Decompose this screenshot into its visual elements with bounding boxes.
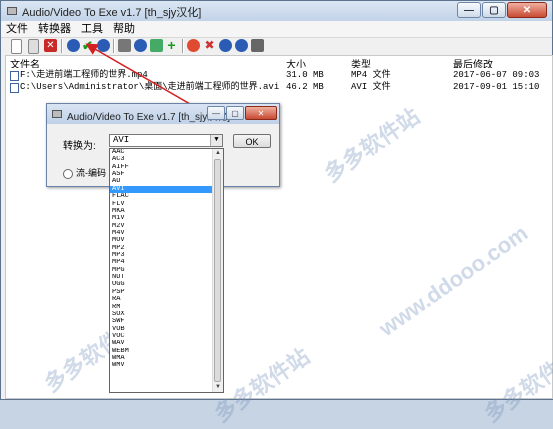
dropdown-option[interactable]: M2V	[110, 223, 214, 230]
radio-label: 流-编码	[76, 168, 106, 178]
dropdown-option[interactable]: M1V	[110, 215, 214, 222]
stream-encode-radio[interactable]: 流-编码	[63, 166, 106, 179]
dropdown-option[interactable]: PSP	[110, 289, 214, 296]
convert-label: 转换为:	[63, 141, 96, 152]
dialog-title: Audio/Video To Exe v1.7 [th_sjy汉化]	[67, 112, 231, 123]
chevron-down-icon[interactable]: ▼	[210, 135, 222, 146]
format-select[interactable]: AVI ▼	[109, 134, 223, 147]
dropdown-option[interactable]: MP3	[110, 252, 214, 259]
dropdown-option[interactable]: AAC	[110, 149, 214, 156]
dropdown-option[interactable]: VOC	[110, 333, 214, 340]
dropdown-option[interactable]: SWF	[110, 318, 214, 325]
dialog-minimize-button[interactable]: —	[207, 106, 225, 120]
format-dropdown-list[interactable]: AAC AC3 AIFF ASF AU AVI FLAC FLV MKA M1V M2V M4V MOV…	[109, 148, 224, 393]
dropdown-option[interactable]: FLAC	[110, 193, 214, 200]
dropdown-option[interactable]: M4V	[110, 230, 214, 237]
dropdown-option[interactable]: WAV	[110, 340, 214, 347]
dropdown-option[interactable]: MPG	[110, 267, 214, 274]
dialog-maximize-button[interactable]: ▢	[226, 106, 244, 120]
dropdown-option[interactable]: NUT	[110, 274, 214, 281]
dropdown-option[interactable]: MKA	[110, 208, 214, 215]
dropdown-option[interactable]: WMV	[110, 362, 214, 369]
dropdown-option[interactable]: MOV	[110, 237, 214, 244]
dropdown-option[interactable]: WEBM	[110, 348, 214, 355]
dropdown-option[interactable]: AIFF	[110, 164, 214, 171]
dropdown-option[interactable]: AVI	[110, 185, 214, 194]
dropdown-option[interactable]: FLV	[110, 201, 214, 208]
dropdown-option[interactable]: ASF	[110, 171, 214, 178]
scroll-down-icon[interactable]: ▼	[213, 383, 223, 392]
dropdown-option[interactable]: RA	[110, 296, 214, 303]
dropdown-option[interactable]: MP2	[110, 245, 214, 252]
dropdown-scrollbar[interactable]: ▲ ▼	[212, 149, 223, 392]
dropdown-option[interactable]: MP4	[110, 259, 214, 266]
ok-button[interactable]: OK	[233, 134, 271, 148]
dropdown-option[interactable]: VOB	[110, 326, 214, 333]
format-select-value: AVI	[113, 135, 130, 145]
scroll-up-icon[interactable]: ▲	[213, 149, 223, 158]
scroll-thumb[interactable]	[214, 159, 221, 382]
dropdown-option[interactable]: RM	[110, 304, 214, 311]
radio-icon[interactable]	[63, 168, 73, 179]
dropdown-options: AAC AC3 AIFF ASF AU AVI FLAC FLV MKA M1V M2V M4V MOV…	[110, 149, 214, 370]
dropdown-option[interactable]: AC3	[110, 156, 214, 163]
dialog-close-button[interactable]: ✕	[245, 106, 277, 120]
dropdown-option[interactable]: OGG	[110, 281, 214, 288]
annotation-arrow	[85, 43, 236, 131]
dialog-title-bar[interactable]: Audio/Video To Exe v1.7 [th_sjy汉化] — ▢ ✕	[47, 104, 279, 124]
app-icon	[52, 110, 62, 118]
dropdown-option[interactable]: SOX	[110, 311, 214, 318]
dropdown-option[interactable]: AU	[110, 178, 214, 185]
dropdown-option[interactable]: WMA	[110, 355, 214, 362]
